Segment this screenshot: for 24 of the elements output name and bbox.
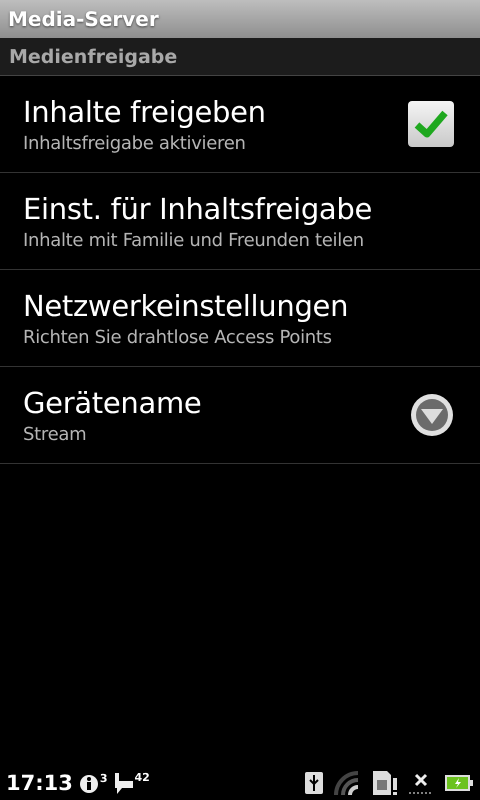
item-title: Inhalte freigeben xyxy=(23,94,267,128)
info-icon[interactable] xyxy=(78,772,99,794)
item-summary: Richten Sie drahtlose Access Points xyxy=(23,326,333,348)
notification-count: 3 xyxy=(100,772,108,785)
settings-item[interactable]: Einst. für Inhaltsfreigabe Inhalte mit Familie und Freunden teilen xyxy=(0,173,480,270)
settings-item[interactable]: Gerätename Stream xyxy=(0,367,480,464)
message-icon[interactable] xyxy=(114,771,134,795)
sim-card-icon xyxy=(372,770,398,796)
item-summary: Inhaltsfreigabe aktivieren xyxy=(23,132,247,154)
item-title: Einst. für Inhaltsfreigabe xyxy=(23,192,374,226)
item-summary: Inhalte mit Familie und Freunden teilen xyxy=(23,230,365,250)
item-title: Netzwerkeinstellungen xyxy=(23,288,350,322)
settings-item[interactable]: Netzwerkeinstellungen Richten Sie drahtlose Access Points xyxy=(0,270,480,367)
settings-item[interactable]: Inhalte freigeben Inhaltsfreigabe aktivieren xyxy=(0,76,480,173)
battery-charging-icon xyxy=(444,774,474,792)
notification-count: 42 xyxy=(134,771,150,784)
no-signal-icon xyxy=(408,771,434,795)
checkbox[interactable] xyxy=(408,101,454,147)
item-summary: Stream xyxy=(23,424,88,444)
window-title: Media-Server xyxy=(8,7,159,31)
item-title: Gerätename xyxy=(23,386,202,420)
usb-icon xyxy=(304,771,324,795)
clock: 17:13 xyxy=(6,771,73,795)
section-title: Medienfreigabe xyxy=(9,46,178,68)
